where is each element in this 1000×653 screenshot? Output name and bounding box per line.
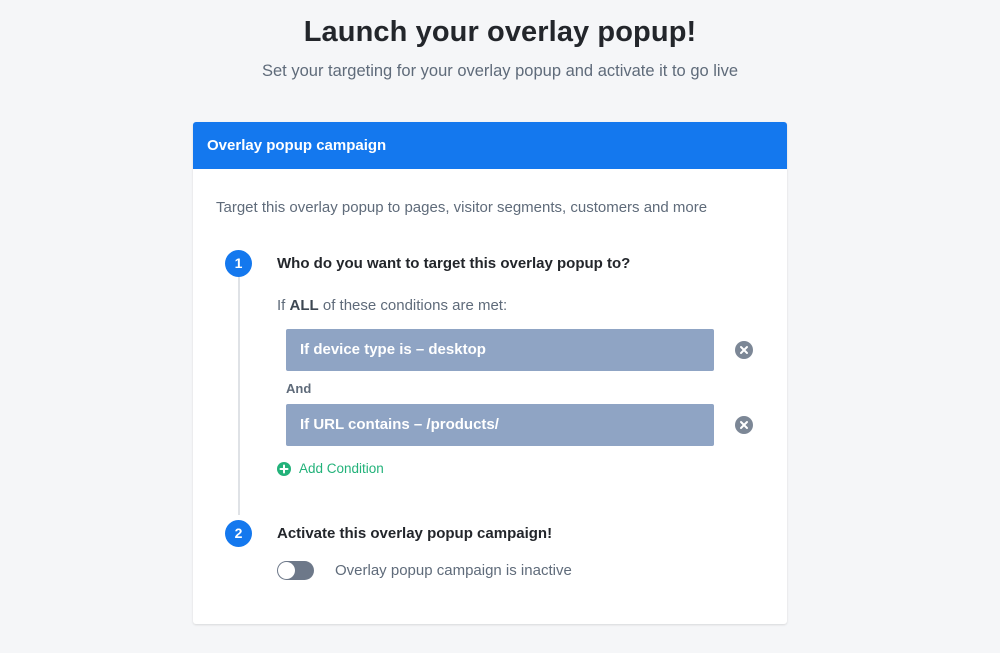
condition-url-contains[interactable]: If URL contains – /products/: [286, 404, 714, 446]
step-1-badge: 1: [225, 250, 252, 277]
conditions-intro-suffix: of these conditions are met:: [322, 297, 508, 314]
page-title: Launch your overlay popup!: [303, 16, 697, 48]
page-subtitle: Set your targeting for your overlay popu…: [261, 62, 739, 80]
step-2-title: Activate this overlay popup campaign!: [277, 525, 553, 542]
condition-joiner: And: [286, 381, 312, 396]
conditions-intro-emphasis: ALL: [289, 297, 319, 314]
conditions-intro: If ALL of these conditions are met:: [277, 297, 507, 314]
activation-toggle[interactable]: [277, 561, 314, 580]
condition-device-type[interactable]: If device type is – desktop: [286, 329, 714, 371]
conditions-intro-prefix: If: [277, 297, 286, 314]
add-condition-label: Add Condition: [299, 461, 384, 476]
close-circle-icon[interactable]: [735, 341, 753, 359]
campaign-card: Overlay popup campaign Target this overl…: [193, 122, 787, 624]
step-2-badge: 2: [225, 520, 252, 547]
toggle-knob: [278, 562, 295, 579]
card-header: Overlay popup campaign: [193, 122, 787, 169]
timeline-connector: [238, 272, 240, 515]
add-condition-button[interactable]: Add Condition: [277, 461, 384, 476]
card-intro: Target this overlay popup to pages, visi…: [216, 199, 708, 216]
activation-status-label: Overlay popup campaign is inactive: [335, 562, 572, 579]
plus-circle-icon: [277, 461, 291, 476]
close-circle-icon[interactable]: [735, 416, 753, 434]
step-1-title: Who do you want to target this overlay p…: [277, 255, 631, 272]
